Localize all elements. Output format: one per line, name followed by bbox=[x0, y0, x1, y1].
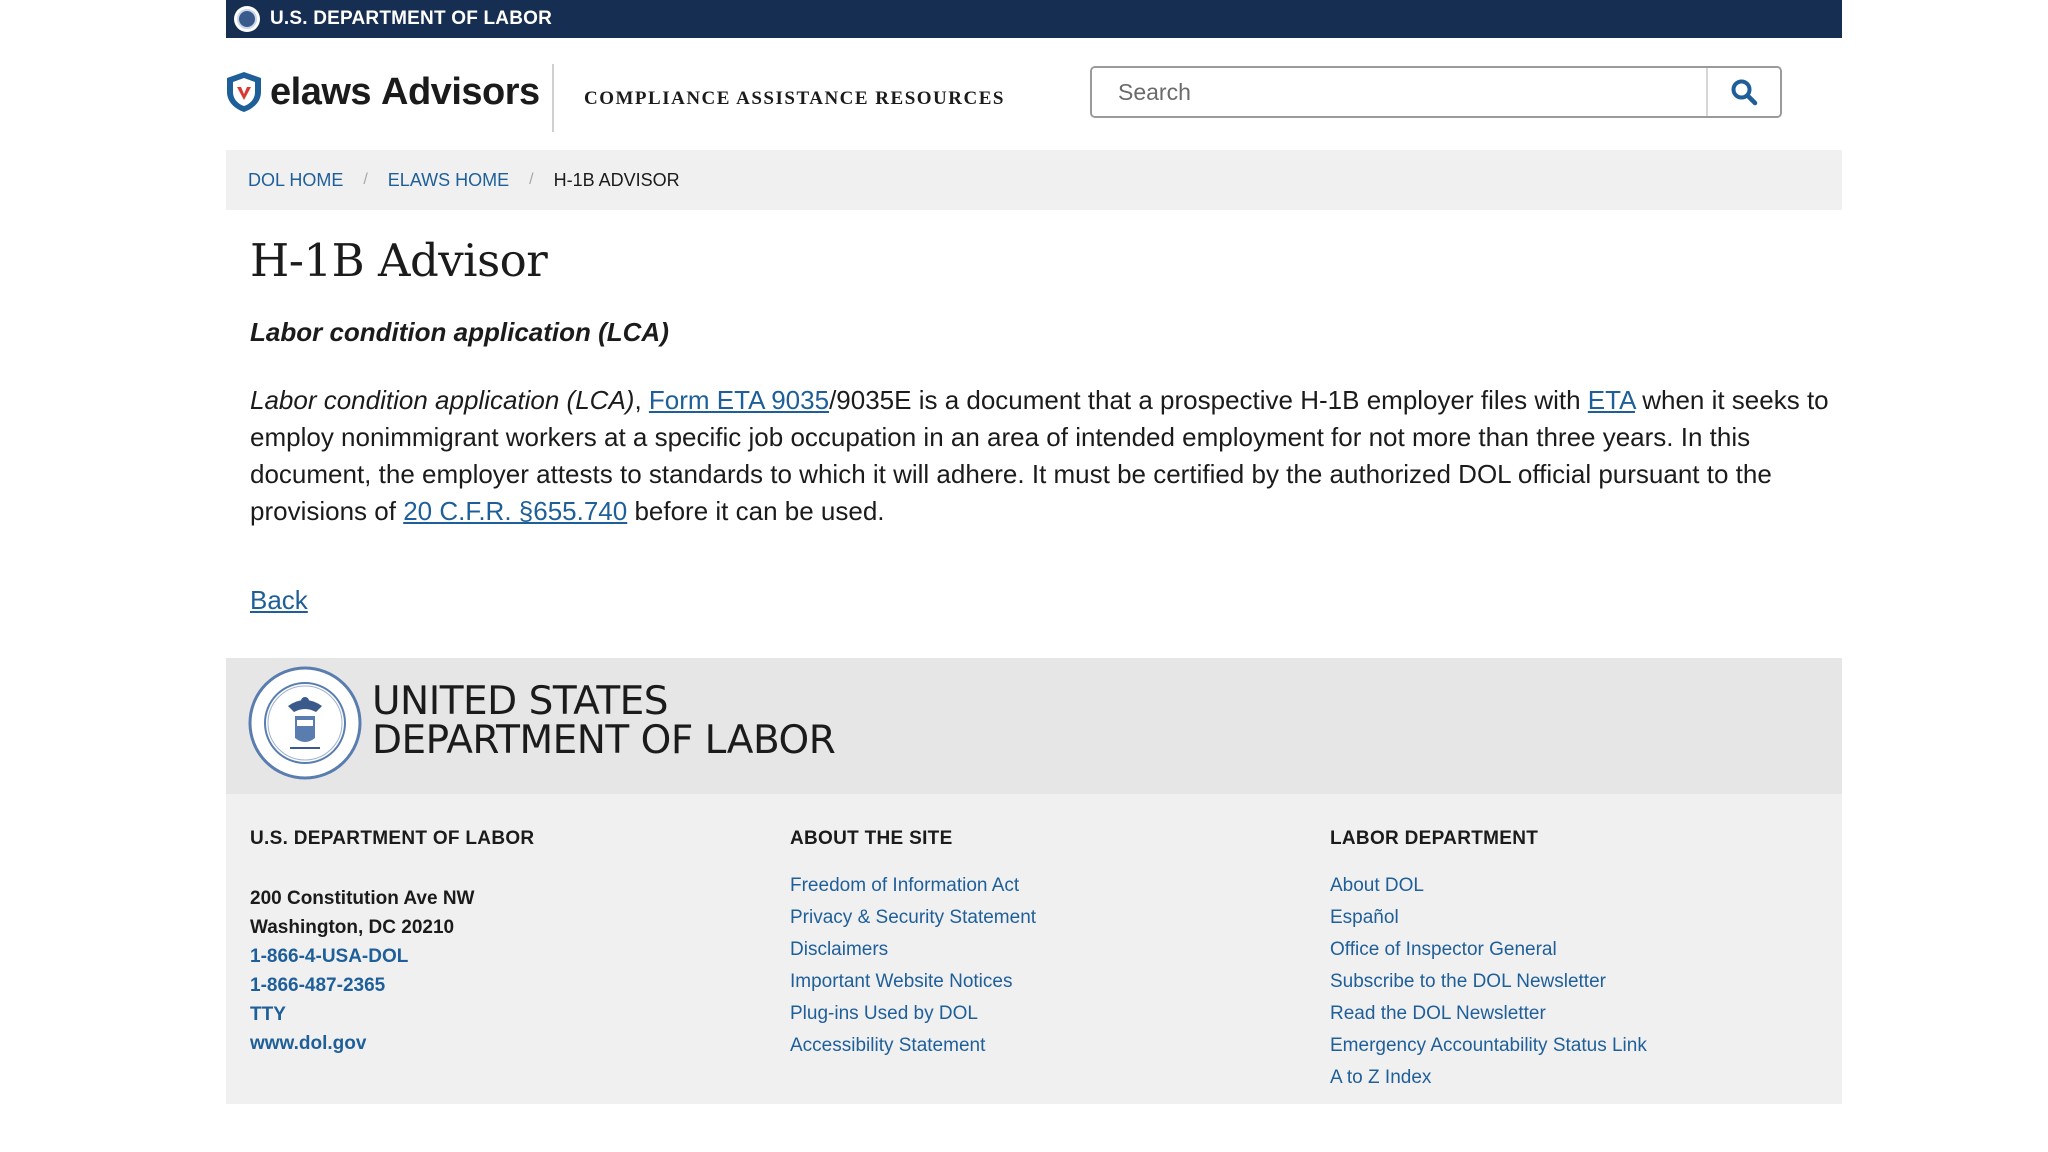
footer-col-dol: U.S. DEPARTMENT OF LABOR 200 Constitutio… bbox=[250, 828, 534, 1058]
search-input[interactable] bbox=[1092, 68, 1706, 116]
address-line-1: 200 Constitution Ave NW bbox=[250, 888, 475, 909]
phone-link-2[interactable]: 1-866-487-2365 bbox=[250, 975, 385, 996]
breadcrumb-current: H-1B ADVISOR bbox=[553, 169, 680, 190]
logo-sub-text: Advisors bbox=[381, 70, 540, 113]
definition-paragraph: Labor condition application (LCA), Form … bbox=[250, 382, 1840, 530]
dol-wordmark-line2: DEPARTMENT OF LABOR bbox=[372, 718, 836, 763]
footer-link-espanol[interactable]: Español bbox=[1330, 907, 1399, 928]
footer-col-labor-department: LABOR DEPARTMENT About DOL Español Offic… bbox=[1330, 828, 1647, 1094]
header-divider bbox=[552, 64, 554, 132]
phone-link-1[interactable]: 1-866-4-USA-DOL bbox=[250, 946, 408, 967]
footer-link-emergency-status[interactable]: Emergency Accountability Status Link bbox=[1330, 1035, 1647, 1056]
footer-col-about-site: ABOUT THE SITE Freedom of Information Ac… bbox=[790, 828, 1036, 1062]
main-content: H-1B Advisor Labor condition application… bbox=[226, 210, 1842, 616]
shield-logo-icon bbox=[227, 72, 261, 112]
footer-col-heading: ABOUT THE SITE bbox=[790, 828, 953, 849]
page-title: H-1B Advisor bbox=[250, 234, 548, 287]
footer-links: U.S. DEPARTMENT OF LABOR 200 Constitutio… bbox=[226, 794, 1842, 1104]
para-comma: , bbox=[634, 385, 649, 415]
footer-brand: UNITED STATES DEPARTMENT OF LABOR bbox=[226, 658, 1842, 794]
site-header: elaws Advisors COMPLIANCE ASSISTANCE RESO… bbox=[226, 38, 1842, 150]
dol-seal-icon bbox=[248, 666, 362, 780]
search-icon bbox=[1731, 79, 1758, 106]
header-tagline: COMPLIANCE ASSISTANCE RESOURCES bbox=[584, 88, 1005, 109]
cfr-655-740-link[interactable]: 20 C.F.R. §655.740 bbox=[403, 496, 627, 526]
footer-link-plugins[interactable]: Plug-ins Used by DOL bbox=[790, 1003, 978, 1024]
breadcrumb: DOL HOME / ELAWS HOME / H-1B ADVISOR bbox=[226, 150, 1842, 210]
elaws-advisors-logo[interactable]: elaws Advisors bbox=[224, 70, 540, 114]
footer-link-inspector-general[interactable]: Office of Inspector General bbox=[1330, 939, 1557, 960]
para-text-3: before it can be used. bbox=[627, 496, 885, 526]
dol-wordmark[interactable]: UNITED STATES DEPARTMENT OF LABOR bbox=[372, 679, 836, 763]
footer-link-about-dol[interactable]: About DOL bbox=[1330, 875, 1424, 896]
footer-link-read-newsletter[interactable]: Read the DOL Newsletter bbox=[1330, 1003, 1546, 1024]
breadcrumb-separator: / bbox=[529, 171, 534, 188]
top-government-bar: U.S. DEPARTMENT OF LABOR bbox=[226, 0, 1842, 38]
section-subheading: Labor condition application (LCA) bbox=[250, 317, 669, 347]
definition-term: Labor condition application (LCA) bbox=[250, 385, 635, 415]
search-button[interactable] bbox=[1706, 68, 1780, 116]
back-link[interactable]: Back bbox=[250, 585, 308, 616]
form-eta-9035-link[interactable]: Form ETA 9035 bbox=[649, 385, 829, 415]
breadcrumb-separator: / bbox=[363, 171, 368, 188]
breadcrumb-dol-home[interactable]: DOL HOME bbox=[248, 170, 343, 191]
footer-link-privacy[interactable]: Privacy & Security Statement bbox=[790, 907, 1036, 928]
footer-link-subscribe-newsletter[interactable]: Subscribe to the DOL Newsletter bbox=[1330, 971, 1606, 992]
dol-seal-mini-icon bbox=[234, 6, 260, 32]
website-link[interactable]: www.dol.gov bbox=[250, 1033, 366, 1054]
footer-link-disclaimers[interactable]: Disclaimers bbox=[790, 939, 888, 960]
eta-link[interactable]: ETA bbox=[1588, 385, 1635, 415]
search-form bbox=[1090, 66, 1782, 118]
footer-link-accessibility[interactable]: Accessibility Statement bbox=[790, 1035, 985, 1056]
tty-link[interactable]: TTY bbox=[250, 1004, 286, 1025]
footer-link-a-to-z[interactable]: A to Z Index bbox=[1330, 1067, 1431, 1088]
dol-wordmark-line1: UNITED STATES bbox=[372, 679, 669, 724]
footer-link-website-notices[interactable]: Important Website Notices bbox=[790, 971, 1012, 992]
footer-col-heading: LABOR DEPARTMENT bbox=[1330, 828, 1539, 849]
logo-main-text: elaws bbox=[270, 70, 372, 113]
top-bar-label: U.S. DEPARTMENT OF LABOR bbox=[270, 8, 553, 29]
footer-link-foia[interactable]: Freedom of Information Act bbox=[790, 875, 1019, 896]
address-line-2: Washington, DC 20210 bbox=[250, 917, 455, 938]
para-text-1: /9035E is a document that a prospective … bbox=[829, 385, 1588, 415]
footer-col-heading: U.S. DEPARTMENT OF LABOR bbox=[250, 828, 535, 849]
breadcrumb-elaws-home[interactable]: ELAWS HOME bbox=[388, 170, 509, 191]
footer-address: 200 Constitution Ave NW Washington, DC 2… bbox=[250, 884, 534, 1058]
logo-text: elaws Advisors bbox=[270, 71, 540, 114]
